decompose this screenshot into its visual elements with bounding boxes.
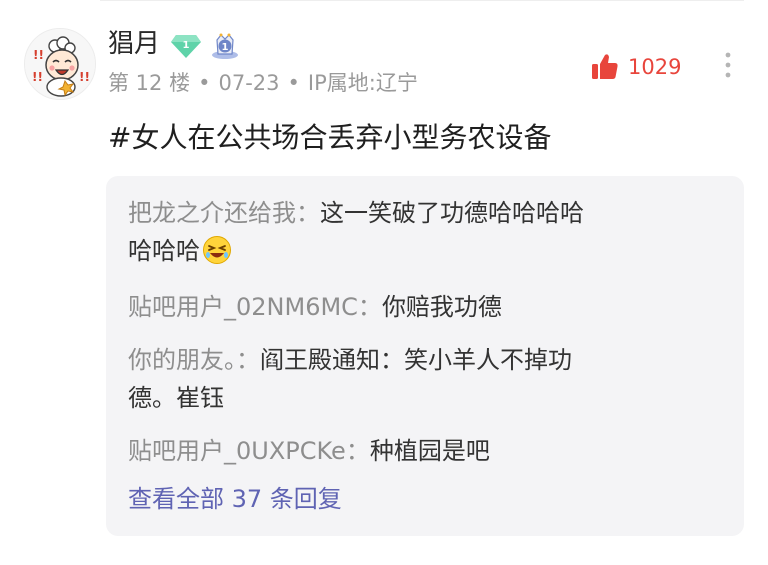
reply-item[interactable]: 贴吧用户_02NM6MC：你赔我功德: [128, 288, 722, 326]
reply-text: 你赔我功德: [381, 293, 502, 321]
reply-item[interactable]: 你的朋友。：阎王殿通知：笑小羊人不掉功 德。崔钰: [128, 341, 722, 417]
reply-author[interactable]: 把龙之介还给我：: [128, 199, 320, 227]
svg-text:!!: !!: [79, 70, 90, 84]
more-options-button[interactable]: [716, 47, 740, 83]
thumbs-up-icon: [592, 54, 618, 79]
level-diamond-icon[interactable]: 1: [170, 33, 202, 59]
svg-text:!!: !!: [33, 48, 44, 62]
reply-text: 阎王殿通知：笑小羊人不掉功: [260, 346, 572, 374]
like-button[interactable]: 1029: [590, 50, 681, 84]
svg-text:!!: !!: [32, 70, 43, 84]
member-crown-icon[interactable]: 1: [209, 30, 241, 60]
reply-text: 种植园是吧: [369, 437, 490, 465]
divider: [100, 0, 744, 1]
ip-location: IP属地:辽宁: [307, 71, 418, 95]
view-all-replies-link[interactable]: 查看全部 37 条回复: [128, 480, 342, 518]
like-count: 1029: [628, 55, 682, 79]
reply-item[interactable]: 把龙之介还给我：这一笑破了功德哈哈哈哈 哈哈哈: [128, 194, 722, 270]
cartoon-sheep-avatar-icon: !! !! !!: [25, 29, 95, 99]
reply-box[interactable]: 把龙之介还给我：这一笑破了功德哈哈哈哈 哈哈哈 贴吧用户_02NM6MC：你赔我…: [106, 176, 744, 536]
meta-separator: •: [198, 71, 211, 95]
reply-text: 这一笑破了功德哈哈哈哈: [320, 199, 584, 227]
vertical-ellipsis-icon: [725, 52, 731, 78]
reply-author[interactable]: 贴吧用户_02NM6MC：: [128, 293, 382, 321]
level-number: 1: [183, 40, 190, 51]
post-content: #女人在公共场合丢弃小型务农设备: [108, 121, 552, 154]
reply-item[interactable]: 贴吧用户_0UXPCKe：种植园是吧: [128, 432, 722, 470]
username[interactable]: 猖月: [108, 27, 160, 61]
member-number: 1: [222, 42, 229, 53]
post-page: !! !! !! 猖月 1 1 第 12 楼 • 07-23 • IP属地:辽宁: [0, 0, 768, 565]
avatar[interactable]: !! !! !!: [24, 28, 96, 100]
post-date: 07-23: [218, 71, 280, 95]
meta-separator: •: [287, 71, 300, 95]
laughing-emoji-icon: [203, 236, 231, 264]
post-meta: 第 12 楼 • 07-23 • IP属地:辽宁: [108, 68, 418, 98]
reply-author[interactable]: 贴吧用户_0UXPCKe：: [128, 437, 370, 465]
reply-author[interactable]: 你的朋友。：: [128, 346, 260, 374]
reply-text-continued: 哈哈哈: [128, 237, 200, 265]
floor-number: 第 12 楼: [108, 71, 191, 95]
reply-text-continued: 德。崔钰: [128, 384, 224, 412]
